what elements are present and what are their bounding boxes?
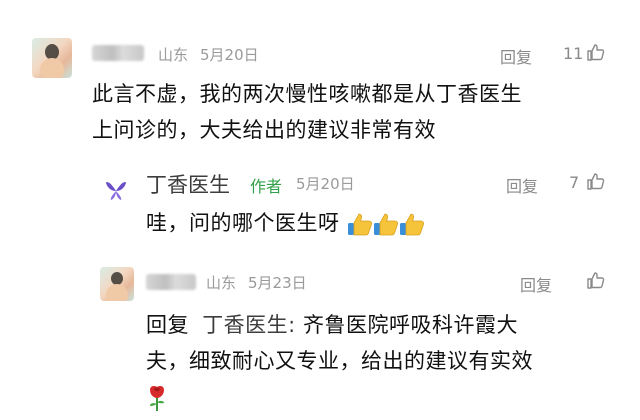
comment-date: 5月20日 — [200, 46, 259, 64]
comment-text-line: 上问诊的，大夫给出的建议非常有效 — [92, 118, 436, 142]
mention-link[interactable]: 丁香医生: — [202, 313, 296, 337]
comment-date: 5月23日 — [248, 274, 307, 292]
comment-location: 山东 — [158, 46, 189, 64]
like-count: 7 — [569, 173, 580, 192]
comment-text: 此言不虚，我的两次慢性咳嗽都是从丁香医生 上问诊的，大夫给出的建议非常有效 — [92, 76, 612, 148]
comment-date: 5月20日 — [296, 175, 355, 193]
author-name[interactable]: 丁香医生 — [146, 169, 230, 199]
reply-prefix: 回复 — [146, 313, 189, 337]
reply-text-line: 夫，细致耐心又专业，给出的建议有实效 — [146, 349, 533, 373]
like-count: 11 — [563, 44, 584, 63]
dingxiang-logo-icon[interactable] — [100, 173, 132, 205]
author-badge: 作者 — [250, 177, 283, 196]
comment-item: 山东 5月20日 回复 11 此言不虚，我的两次慢性咳嗽都是从丁香医生 上问诊的… — [0, 0, 640, 150]
reply-item: 山东 5月23日 回复 回复 丁香医生: 齐鲁医院呼吸科许霞大 夫，细致耐心又专… — [0, 255, 640, 420]
reply-text-line — [146, 379, 616, 415]
user-name-blurred[interactable] — [92, 45, 144, 61]
reply-button[interactable]: 回复 — [520, 272, 552, 296]
thumbs-up-emoji — [399, 213, 424, 236]
reply-text: 回复 丁香医生: 齐鲁医院呼吸科许霞大 夫，细致耐心又专业，给出的建议有实效 — [146, 307, 616, 415]
reply-button[interactable]: 回复 — [506, 173, 538, 197]
rose-emoji — [150, 386, 164, 411]
comment-text-line: 此言不虚，我的两次慢性咳嗽都是从丁香医生 — [92, 82, 522, 106]
comment-location: 山东 — [206, 274, 237, 292]
like-thumb-icon[interactable] — [586, 171, 606, 191]
reply-text: 哇，问的哪个医生呀 — [146, 205, 606, 241]
reply-text-line: 回复 丁香医生: 齐鲁医院呼吸科许霞大 — [146, 307, 616, 343]
reply-item: 丁香医生 作者 5月20日 回复 7 哇，问的哪个医生呀 — [0, 155, 640, 250]
reply-button[interactable]: 回复 — [500, 44, 532, 68]
user-name-blurred[interactable] — [146, 274, 196, 290]
thumbs-up-emoji — [347, 213, 372, 236]
reply-text-content: 哇，问的哪个医生呀 — [146, 211, 340, 235]
avatar[interactable] — [32, 38, 72, 78]
thumbs-up-emoji — [373, 213, 398, 236]
like-thumb-icon[interactable] — [586, 42, 606, 62]
reply-text-content: 齐鲁医院呼吸科许霞大 — [302, 313, 518, 337]
like-thumb-icon[interactable] — [586, 270, 606, 290]
avatar[interactable] — [100, 267, 134, 301]
